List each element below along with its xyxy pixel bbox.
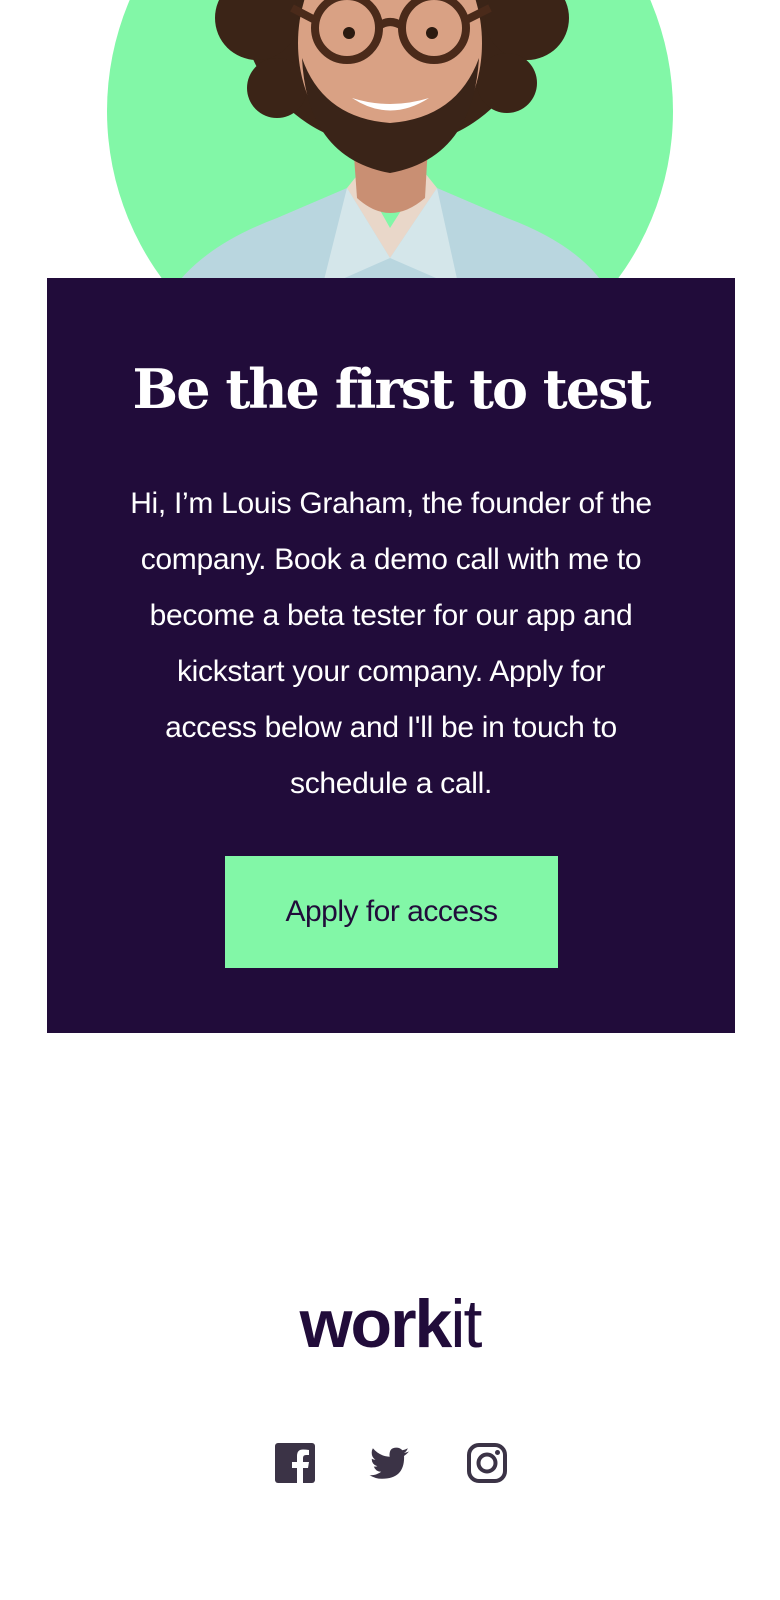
apply-for-access-button[interactable]: Apply for access (225, 856, 558, 968)
twitter-icon (369, 1447, 409, 1479)
logo-bold-text: work (299, 1286, 453, 1362)
cta-card: Be the first to test Hi, I’m Louis Graha… (47, 278, 735, 1033)
cta-title: Be the first to test (132, 357, 652, 421)
workit-logo[interactable]: workit (0, 1284, 780, 1364)
facebook-link[interactable] (273, 1441, 317, 1485)
social-links (0, 1441, 780, 1485)
logo-light-text: it (450, 1286, 482, 1362)
instagram-link[interactable] (465, 1441, 509, 1485)
cta-body: Hi, I’m Louis Graham, the founder of the… (130, 487, 652, 800)
twitter-link[interactable] (368, 1441, 412, 1485)
page: Be the first to test Hi, I’m Louis Graha… (0, 0, 780, 1600)
instagram-icon (467, 1443, 507, 1483)
facebook-icon (275, 1443, 315, 1483)
